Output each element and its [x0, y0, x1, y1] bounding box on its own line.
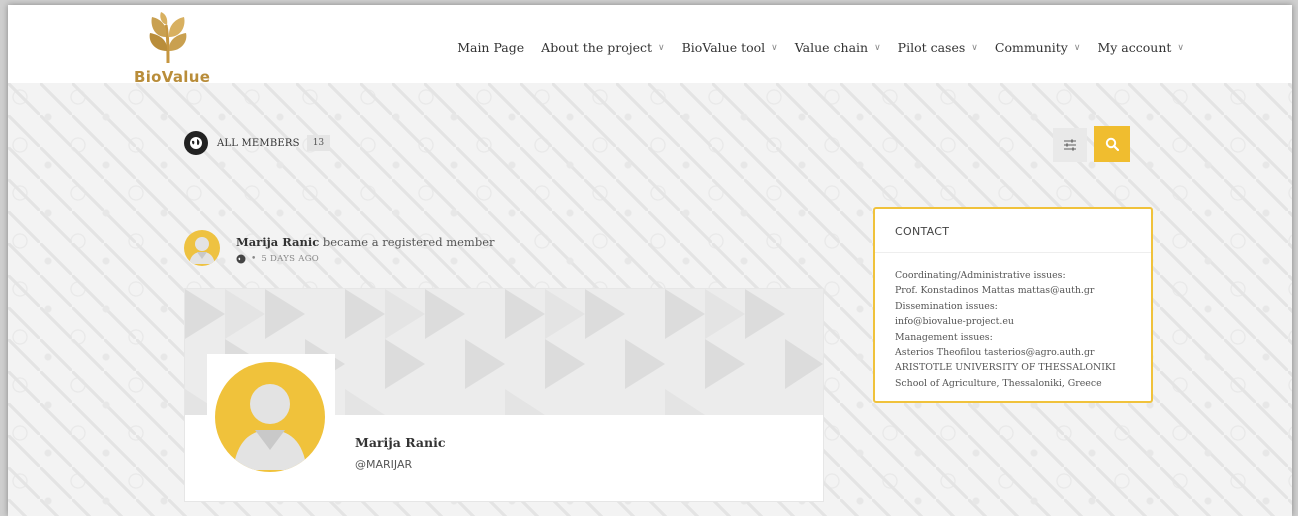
search-button[interactable]	[1094, 126, 1130, 162]
members-count-badge: 13	[306, 135, 331, 151]
contact-title: CONTACT	[895, 225, 950, 238]
filter-button[interactable]	[1053, 128, 1087, 162]
chevron-down-icon: ∨	[1177, 42, 1184, 53]
contact-line: Dissemination issues:	[895, 300, 998, 312]
avatar[interactable]	[215, 362, 325, 472]
site-header: BioValue Main Page About the project ∨ Bi…	[8, 5, 1292, 86]
nav-label: Main Page	[457, 40, 525, 55]
nav-my-account[interactable]: My account ∨	[1097, 40, 1184, 55]
brand-name: BioValue	[134, 68, 211, 86]
contact-line[interactable]: Prof. Konstadinos Mattas mattas@auth.gr	[895, 283, 1145, 298]
all-members-tab[interactable]: ALL MEMBERS 13	[184, 131, 331, 155]
activity-meta: • 5 DAYS AGO	[236, 254, 319, 264]
nav-main-page[interactable]: Main Page	[457, 40, 524, 55]
nav-label: My account	[1097, 40, 1172, 55]
nav-about-the-project[interactable]: About the project ∨	[541, 40, 664, 55]
contact-line: ARISTOTLE UNIVERSITY OF THESSALONIKI	[895, 362, 1116, 374]
activity-action: became a registered member	[322, 235, 495, 249]
contact-widget: CONTACT Coordinating/Administrative issu…	[873, 207, 1153, 403]
nav-label: Value chain	[794, 40, 869, 55]
main-nav: Main Page About the project ∨ BioValue to…	[440, 40, 1184, 55]
chevron-down-icon: ∨	[771, 42, 778, 53]
profile-avatar-frame	[207, 354, 335, 478]
browser-page: BioValue Main Page About the project ∨ Bi…	[8, 5, 1292, 516]
nav-label: BioValue tool	[681, 40, 766, 55]
nav-label: Community	[994, 40, 1068, 55]
nav-biovalue-tool[interactable]: BioValue tool ∨	[682, 40, 778, 55]
nav-community[interactable]: Community ∨	[995, 40, 1081, 55]
member-card[interactable]: Marija Ranic @MARIJAR	[184, 288, 824, 502]
contact-line[interactable]: Asterios Theofilou tasterios@agro.auth.g…	[895, 345, 1145, 360]
divider	[875, 252, 1151, 253]
globe-icon	[184, 131, 208, 155]
member-name[interactable]: Marija Ranic	[355, 435, 445, 450]
chevron-down-icon: ∨	[658, 42, 665, 53]
activity-text: Marija Ranic became a registered member	[236, 235, 495, 249]
separator-dot: •	[251, 254, 257, 264]
globe-icon	[236, 254, 246, 264]
wheat-leaf-icon	[149, 12, 187, 64]
search-icon	[1105, 137, 1119, 151]
nav-pilot-cases[interactable]: Pilot cases ∨	[898, 40, 978, 55]
contact-info: Coordinating/Administrative issues: Prof…	[895, 268, 1145, 391]
contact-line: School of Agriculture, Thessaloniki, Gre…	[895, 377, 1102, 389]
contact-line: Coordinating/Administrative issues:	[895, 270, 1066, 281]
chevron-down-icon: ∨	[971, 42, 978, 53]
activity-time: 5 DAYS AGO	[261, 254, 320, 264]
sliders-icon	[1064, 139, 1076, 151]
activity-user-link[interactable]: Marija Ranic	[236, 235, 319, 249]
member-handle: @MARIJAR	[355, 458, 413, 471]
avatar[interactable]	[184, 230, 220, 266]
nav-label: About the project	[541, 40, 653, 55]
nav-label: Pilot cases	[897, 40, 966, 55]
all-members-label: ALL MEMBERS	[217, 137, 300, 149]
biovalue-logo[interactable]: BioValue	[128, 11, 211, 86]
contact-line[interactable]: info@biovalue-project.eu	[895, 314, 1145, 329]
chevron-down-icon: ∨	[1073, 42, 1081, 53]
contact-line: Management issues:	[895, 331, 993, 343]
nav-value-chain[interactable]: Value chain ∨	[795, 40, 881, 55]
chevron-down-icon: ∨	[874, 42, 881, 53]
